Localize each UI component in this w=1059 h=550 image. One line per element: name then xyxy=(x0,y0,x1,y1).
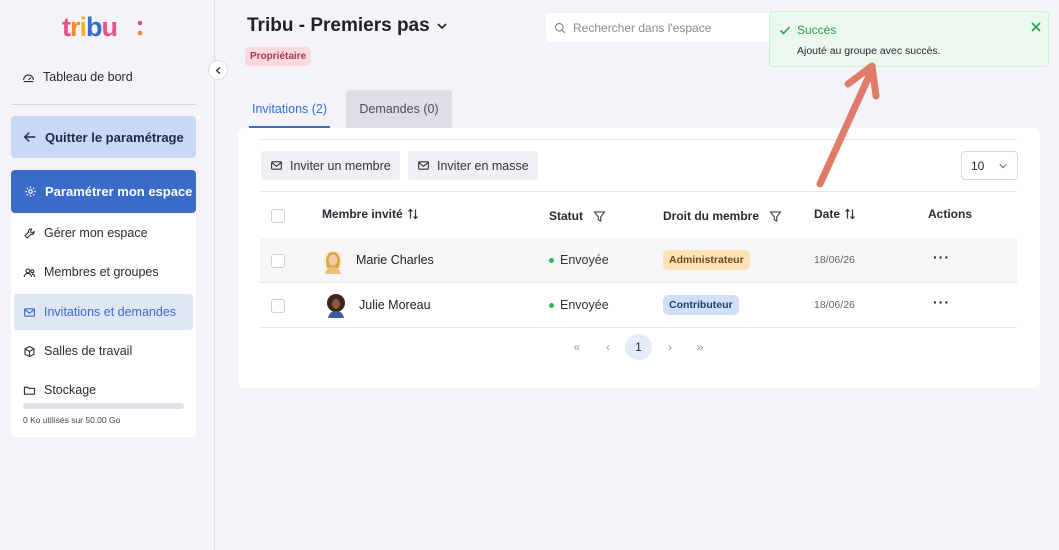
avatar xyxy=(327,294,345,318)
sidebar-item-invitations[interactable]: Invitations et demandes xyxy=(14,294,193,330)
sidebar-divider xyxy=(11,104,196,105)
invite-date: 18/06/26 xyxy=(814,299,855,311)
chevron-down-icon xyxy=(437,23,447,30)
status-cell: Envoyée xyxy=(549,253,609,267)
invitations-card: Inviter un membre Inviter en masse 10 Me… xyxy=(238,128,1040,388)
mail-icon xyxy=(24,307,35,317)
dashboard-icon xyxy=(23,74,34,82)
pagination-page-1[interactable]: 1 xyxy=(625,334,652,360)
check-icon xyxy=(779,26,791,35)
search-placeholder: Rechercher dans l'espace xyxy=(573,20,712,35)
toast-title: Succès xyxy=(797,23,837,37)
setup-space-button[interactable]: Paramétrer mon espace xyxy=(11,170,196,213)
invite-date: 18/06/26 xyxy=(814,254,855,266)
row-actions-menu-icon[interactable]: ··· xyxy=(933,294,950,310)
divider xyxy=(260,139,1017,140)
filter-icon xyxy=(593,211,606,222)
invite-bulk-button[interactable]: Inviter en masse xyxy=(408,151,538,180)
space-title: Tribu - Premiers pas xyxy=(247,15,430,36)
sidebar-item-workrooms[interactable]: Salles de travail xyxy=(14,333,193,369)
search-icon xyxy=(554,22,566,33)
folder-icon xyxy=(23,386,36,395)
users-icon xyxy=(23,267,36,277)
sidebar-item-label: Salles de travail xyxy=(44,344,133,358)
status-dot xyxy=(549,257,554,263)
cube-icon xyxy=(24,345,35,357)
pagination-next-button[interactable]: › xyxy=(660,334,680,360)
filter-icon xyxy=(769,211,782,222)
sidebar-item-label: Gérer mon espace xyxy=(44,226,148,240)
column-header-label: Actions xyxy=(928,207,973,221)
mail-icon xyxy=(271,161,282,170)
pagination-last-button[interactable]: » xyxy=(690,334,710,360)
sort-icon xyxy=(845,208,855,220)
member-name: Marie Charles xyxy=(356,253,434,267)
column-header-label: Statut xyxy=(549,209,583,223)
column-header-label: Date xyxy=(814,207,841,221)
chevron-down-icon xyxy=(999,163,1007,168)
invite-bulk-label: Inviter en masse xyxy=(437,158,529,173)
status-dot xyxy=(549,302,554,308)
status-text: Envoyée xyxy=(560,253,609,267)
dashboard-label: Tableau de bord xyxy=(43,70,133,84)
column-header-actions: Actions xyxy=(928,207,972,221)
sidebar-item-label: Stockage xyxy=(44,383,97,397)
tab-requests[interactable]: Demandes (0) xyxy=(346,90,452,128)
close-icon[interactable] xyxy=(1029,20,1043,34)
row-checkbox[interactable] xyxy=(271,299,285,313)
settings-panel: Paramétrer mon espace Gérer mon espace M… xyxy=(11,170,196,437)
storage-usage-text: 0 Ko utilisés sur 50.00 Go xyxy=(23,415,121,425)
sidebar-item-members-groups[interactable]: Membres et groupes xyxy=(14,254,193,290)
per-page-value: 10 xyxy=(971,158,985,173)
per-page-select[interactable]: 10 xyxy=(961,151,1018,180)
column-header-member[interactable]: Membre invité xyxy=(322,207,419,221)
role-badge: Administrateur xyxy=(663,250,750,270)
mail-icon xyxy=(418,161,429,170)
annotation-arrow-icon xyxy=(816,62,880,188)
sort-icon xyxy=(407,208,418,220)
sidebar-dashboard-link[interactable]: Tableau de bord xyxy=(22,66,133,88)
pagination-first-button[interactable]: « xyxy=(567,334,587,360)
sidebar: tribu Tableau de bord Quitter le paramét… xyxy=(0,0,215,550)
sidebar-item-manage-space[interactable]: Gérer mon espace xyxy=(14,215,193,251)
column-header-label: Droit du membre xyxy=(663,209,760,223)
arrow-left-icon xyxy=(23,132,36,142)
svg-text:tribu: tribu xyxy=(62,12,117,42)
wrench-icon xyxy=(24,227,35,239)
success-toast: Succès Ajouté au groupe avec succès. xyxy=(769,11,1049,67)
role-badge: Contributeur xyxy=(663,295,739,315)
invite-member-button[interactable]: Inviter un membre xyxy=(261,151,400,180)
table-row[interactable]: Marie Charles Envoyée Administrateur 18/… xyxy=(260,238,1017,283)
sidebar-item-label: Invitations et demandes xyxy=(44,305,177,319)
pagination-prev-button[interactable]: ‹ xyxy=(598,334,618,360)
invite-member-label: Inviter un membre xyxy=(290,158,391,173)
space-title-dropdown[interactable]: Tribu - Premiers pas xyxy=(247,15,448,37)
select-all-checkbox[interactable] xyxy=(271,209,285,223)
column-header-role[interactable]: Droit du membre xyxy=(663,209,782,223)
column-header-status[interactable]: Statut xyxy=(549,209,606,223)
sidebar-item-label: Membres et groupes xyxy=(44,265,159,279)
tab-invitations[interactable]: Invitations (2) xyxy=(238,90,341,128)
owner-badge: Propriétaire xyxy=(245,47,312,66)
column-header-label: Membre invité xyxy=(322,207,403,221)
status-cell: Envoyée xyxy=(549,298,609,312)
setup-space-label: Paramétrer mon espace xyxy=(45,184,193,199)
row-actions-menu-icon[interactable]: ··· xyxy=(933,249,950,265)
row-checkbox[interactable] xyxy=(271,254,285,268)
divider xyxy=(260,191,1017,192)
member-name: Julie Moreau xyxy=(359,298,431,312)
quit-settings-button[interactable]: Quitter le paramétrage xyxy=(11,116,196,158)
quit-settings-label: Quitter le paramétrage xyxy=(45,129,184,145)
avatar xyxy=(323,250,343,274)
storage-progress-bar xyxy=(23,403,184,409)
collapse-sidebar-button[interactable] xyxy=(208,60,228,80)
table-row[interactable]: Julie Moreau Envoyée Contributeur 18/06/… xyxy=(260,283,1017,328)
tribu-logo[interactable]: tribu xyxy=(60,12,150,42)
column-header-date[interactable]: Date xyxy=(814,207,856,221)
chevron-left-icon xyxy=(215,66,220,74)
toast-message: Ajouté au groupe avec succès. xyxy=(797,45,941,57)
status-text: Envoyée xyxy=(560,298,609,312)
gear-icon xyxy=(25,186,36,197)
